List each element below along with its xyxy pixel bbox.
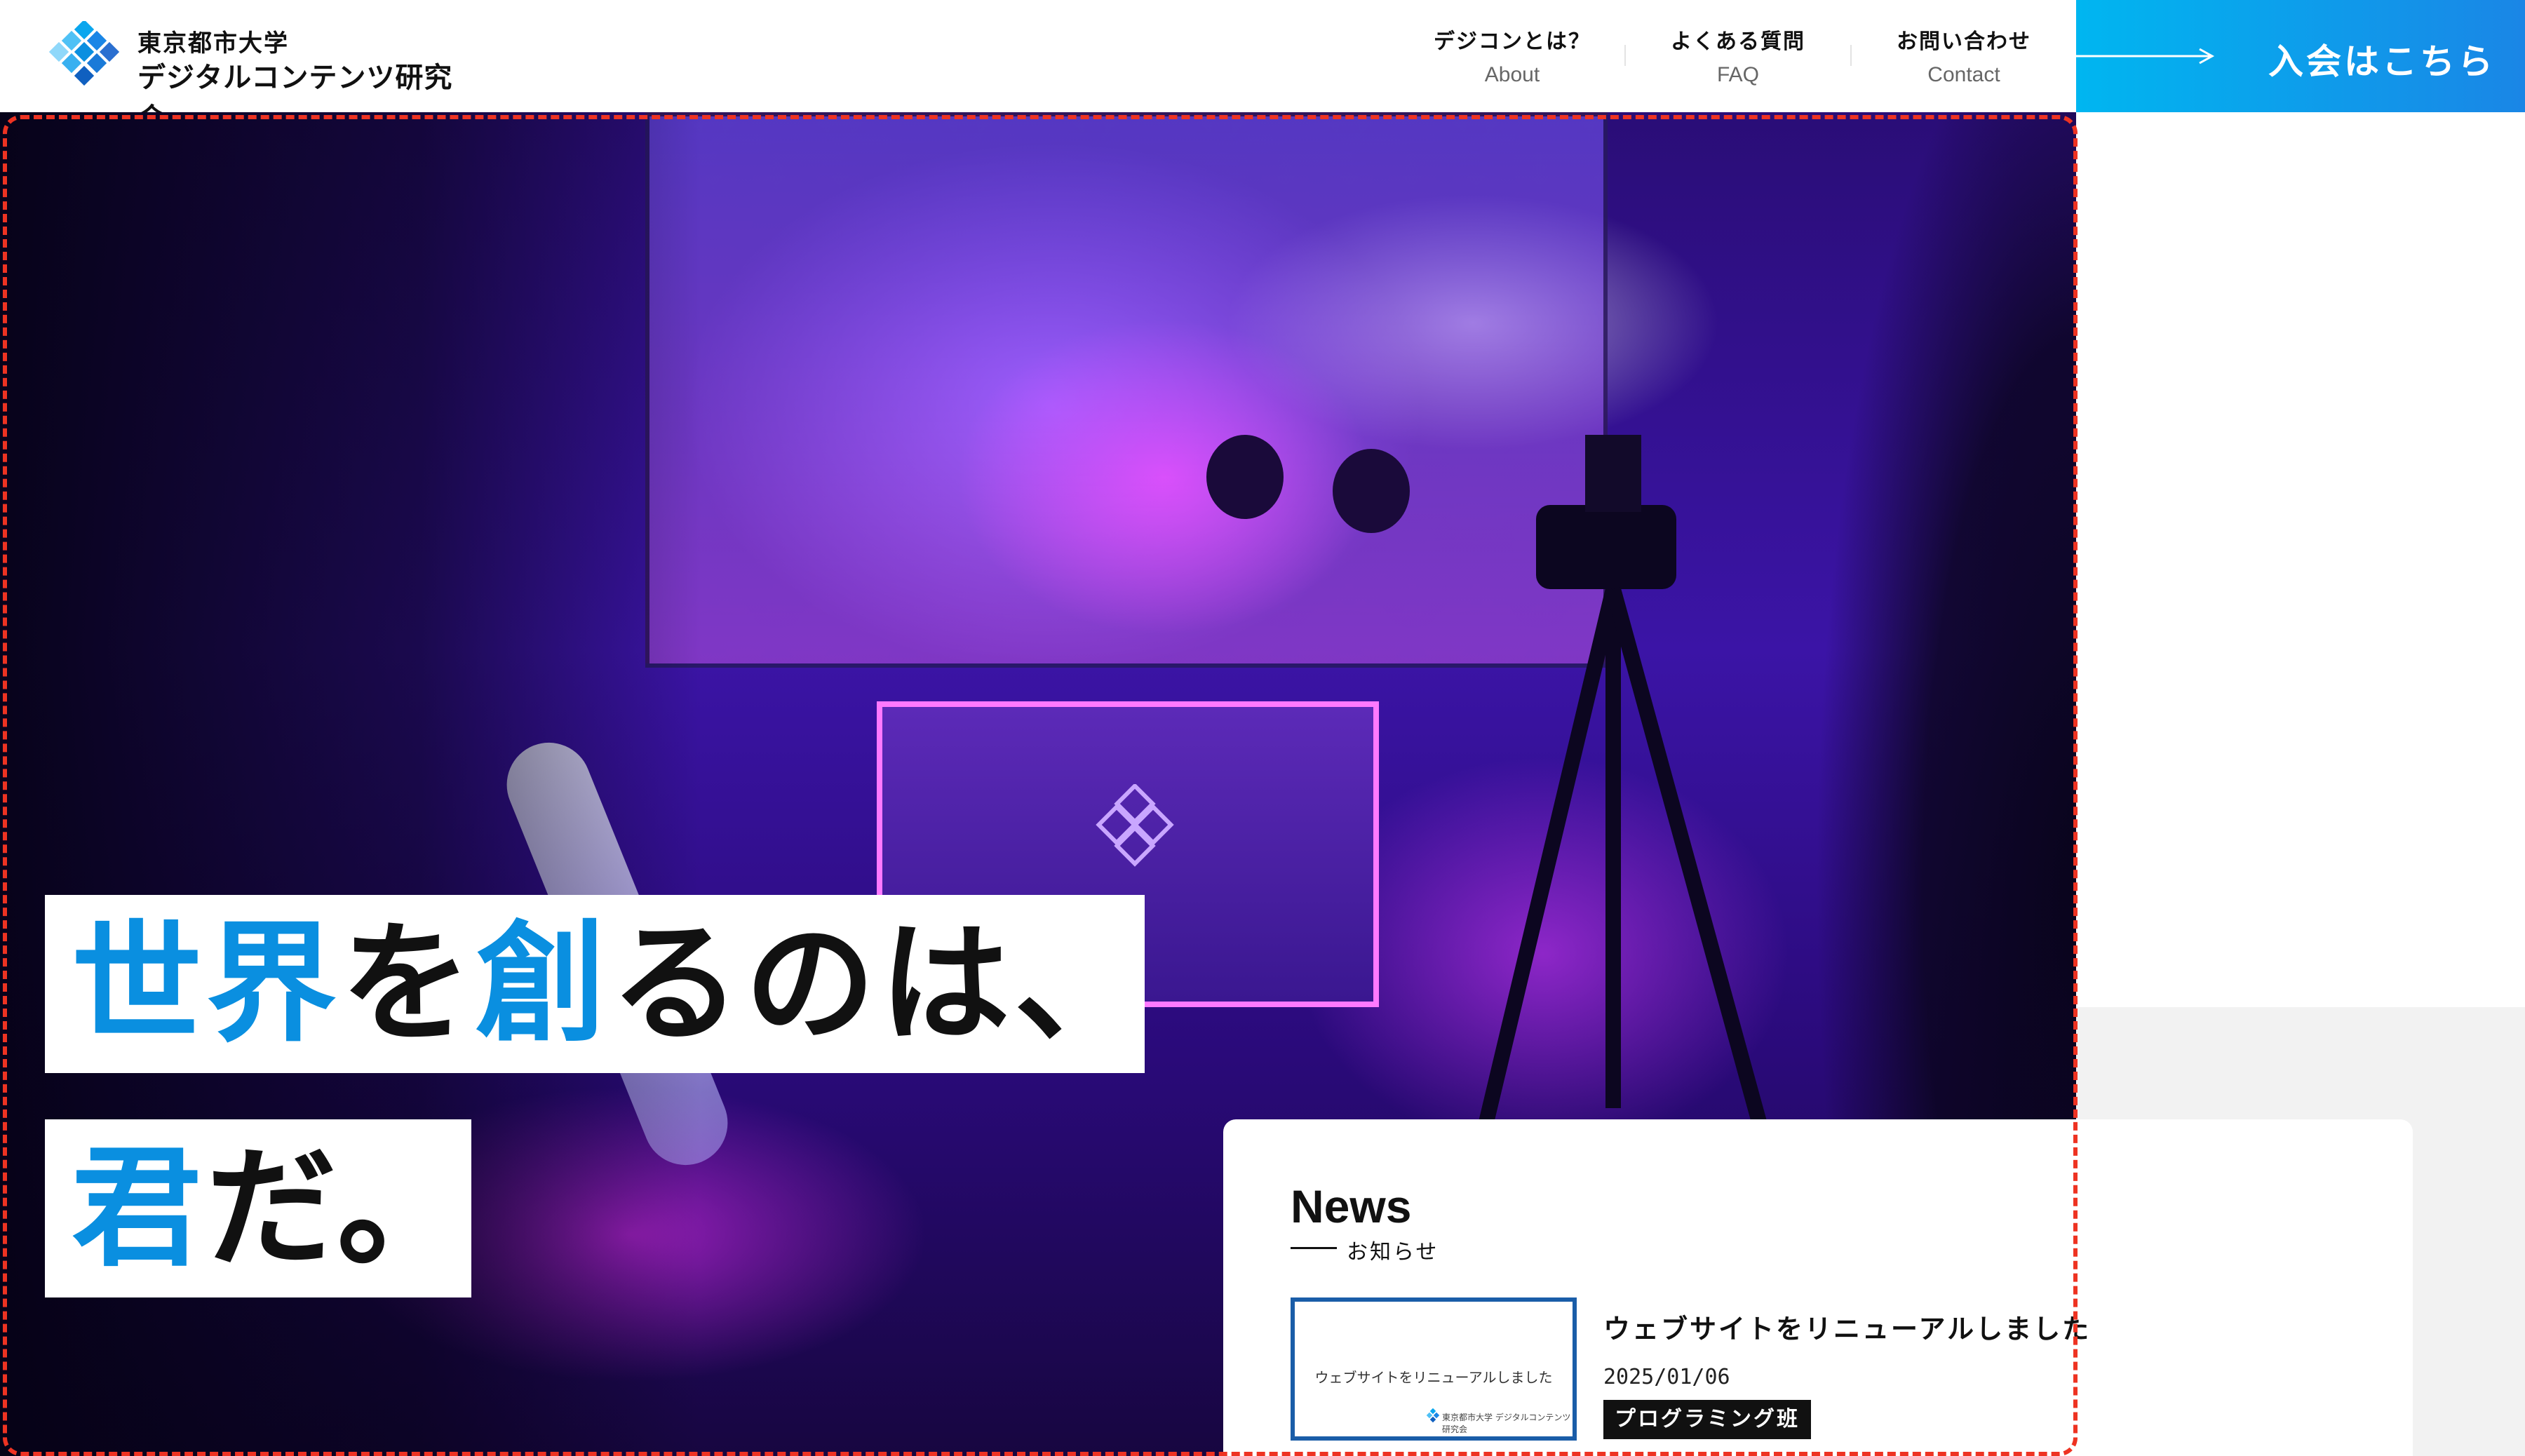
news-item[interactable]: ウェブサイトをリニューアルしました 東京都市大学 デジタルコンテンツ研究会 ウェ… <box>1291 1297 2343 1456</box>
arrow-right-icon <box>2076 48 2215 65</box>
nav-divider <box>1624 45 1626 66</box>
news-heading-rule <box>1291 1247 1337 1249</box>
hero-catchcopy-line2: 君だ。 <box>45 1119 471 1297</box>
news-item-title[interactable]: ウェブサイトをリニューアルしました <box>1603 1307 2091 1346</box>
catchcopy-highlight: 君 <box>72 1132 207 1284</box>
catchcopy-text: 君だ。 <box>72 1135 471 1282</box>
nav-label-jp: よくある質問 <box>1671 29 1805 54</box>
news-section: News お知らせ ウェブサイトをリニューアルしました 東京都市大学 デジタルコ… <box>1223 1119 2413 1456</box>
site-header: 東京都市大学 デジタルコンテンツ研究会 デジコンとは？ About よくある質問… <box>0 0 2525 135</box>
logo-mark-icon <box>48 21 120 86</box>
nav-label-en: About <box>1484 63 1540 86</box>
catchcopy-text: 世界を創るのは、 <box>72 910 1149 1058</box>
nav-label-jp: お問い合わせ <box>1897 29 2031 54</box>
news-item-date: 2025/01/06 <box>1603 1365 1730 1389</box>
site-logo[interactable]: 東京都市大学 デジタルコンテンツ研究会 <box>43 21 478 135</box>
nav-item-contact[interactable]: お問い合わせ Contact <box>1859 24 2069 87</box>
news-thumbnail-logo-text: 東京都市大学 デジタルコンテンツ研究会 <box>1442 1413 1571 1434</box>
news-thumbnail-text: ウェブサイトをリニューアルしました <box>1314 1369 1553 1386</box>
join-button-label: 入会はこちら <box>2268 41 2496 82</box>
join-button[interactable]: 入会はこちら <box>2076 0 2525 112</box>
nav-item-about[interactable]: デジコンとは？ About <box>1407 24 1617 87</box>
catchcopy-plain: を <box>341 908 476 1060</box>
club-logo-icon <box>1096 784 1174 867</box>
nav-label-en: Contact <box>1927 63 2000 86</box>
catchcopy-highlight: 創 <box>476 908 611 1060</box>
nav-label-en: FAQ <box>1716 63 1759 86</box>
news-subheading: お知らせ <box>1347 1240 1439 1265</box>
news-thumbnail: ウェブサイトをリニューアルしました 東京都市大学 デジタルコンテンツ研究会 <box>1291 1297 1577 1441</box>
logo-university-name: 東京都市大学 <box>137 29 289 58</box>
hero-catchcopy-line1: 世界を創るのは、 <box>45 895 1145 1073</box>
news-heading: News <box>1291 1180 1412 1232</box>
catchcopy-highlight: 世界 <box>72 908 342 1060</box>
catchcopy-plain: だ。 <box>206 1132 472 1284</box>
nav-divider <box>1850 45 1852 66</box>
news-category-tag: プログラミング班 <box>1603 1400 1811 1439</box>
hero-performer <box>1206 435 1284 519</box>
nav-item-faq[interactable]: よくある質問 FAQ <box>1633 24 1843 87</box>
nav-label-jp: デジコンとは？ <box>1434 29 1591 54</box>
logo-mark-icon <box>1426 1408 1440 1423</box>
hero-performer <box>1333 449 1410 533</box>
catchcopy-plain: るのは、 <box>610 908 1150 1060</box>
